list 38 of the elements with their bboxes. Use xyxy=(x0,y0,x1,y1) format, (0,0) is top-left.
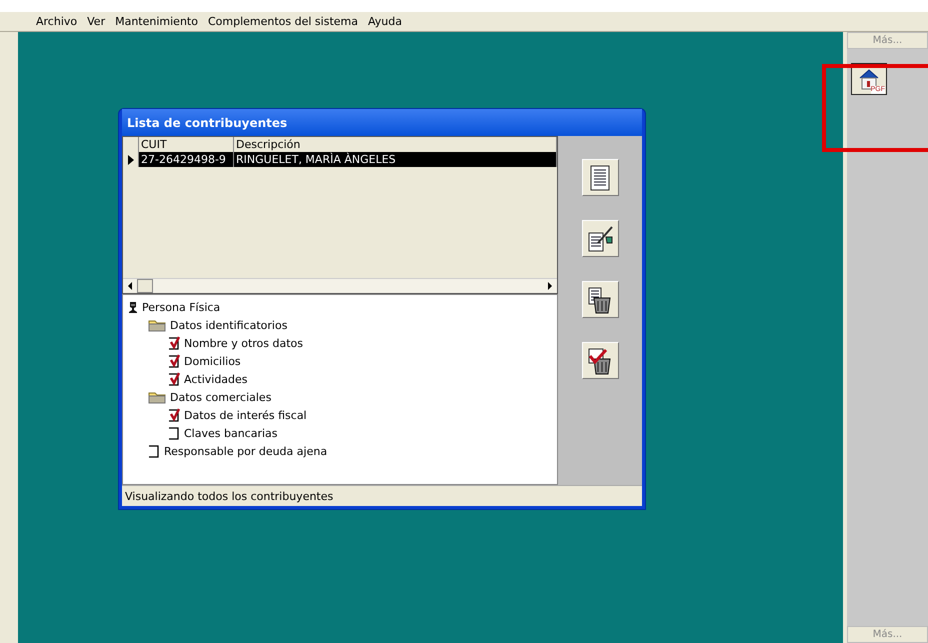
horizontal-scrollbar[interactable] xyxy=(123,278,557,293)
folder-icon xyxy=(148,390,166,404)
document-button[interactable] xyxy=(582,159,618,196)
tree-item[interactable]: Datos comerciales xyxy=(170,390,272,404)
tree-item[interactable]: Datos de interés fiscal xyxy=(184,408,307,422)
tree-item[interactable]: Nombre y otros datos xyxy=(184,336,303,350)
checkbox-icon[interactable] xyxy=(168,336,180,350)
table-cell: RINGUELET, MARÌA ÀNGELES xyxy=(234,152,557,167)
trash-button[interactable] xyxy=(582,281,618,318)
menu-item[interactable]: Archivo xyxy=(32,15,84,28)
scroll-thumb[interactable] xyxy=(137,279,153,293)
tree-item[interactable]: Claves bancarias xyxy=(184,426,278,440)
status-bar: Visualizando todos los contribuyentes xyxy=(122,485,642,506)
menu-item[interactable]: Ayuda xyxy=(364,15,408,28)
checkbox-icon[interactable] xyxy=(168,372,180,386)
table-cell: 27-26429498-9 xyxy=(139,152,234,167)
trash-check-button[interactable] xyxy=(582,342,618,379)
left-arrow-icon[interactable] xyxy=(126,281,134,291)
menu-item[interactable]: Complementos del sistema xyxy=(204,15,364,28)
checkbox-icon[interactable] xyxy=(148,444,160,458)
table-row[interactable]: 27-26429498-9 RINGUELET, MARÌA ÀNGELES xyxy=(123,152,557,167)
checkbox-icon[interactable] xyxy=(168,408,180,422)
menu-item[interactable]: Mantenimiento xyxy=(111,15,204,28)
window-title: Lista de contribuyentes xyxy=(122,109,642,136)
checkbox-icon[interactable] xyxy=(168,426,180,440)
folder-icon xyxy=(148,318,166,332)
tree-item[interactable]: Actividades xyxy=(184,372,248,386)
current-row-icon xyxy=(126,154,134,164)
tree-item[interactable]: Responsable por deuda ajena xyxy=(164,444,328,458)
edit-document-icon xyxy=(586,224,614,252)
right-arrow-icon[interactable] xyxy=(546,281,554,291)
edit-document-button[interactable] xyxy=(582,220,618,257)
person-icon xyxy=(128,301,138,313)
tree-item[interactable]: Domicilios xyxy=(184,354,241,368)
menu-item[interactable]: Ver xyxy=(83,15,112,28)
tree-item[interactable]: Persona Física xyxy=(142,300,220,314)
checkbox-icon[interactable] xyxy=(168,354,180,368)
tree-item[interactable]: Datos identificatorios xyxy=(170,318,288,332)
